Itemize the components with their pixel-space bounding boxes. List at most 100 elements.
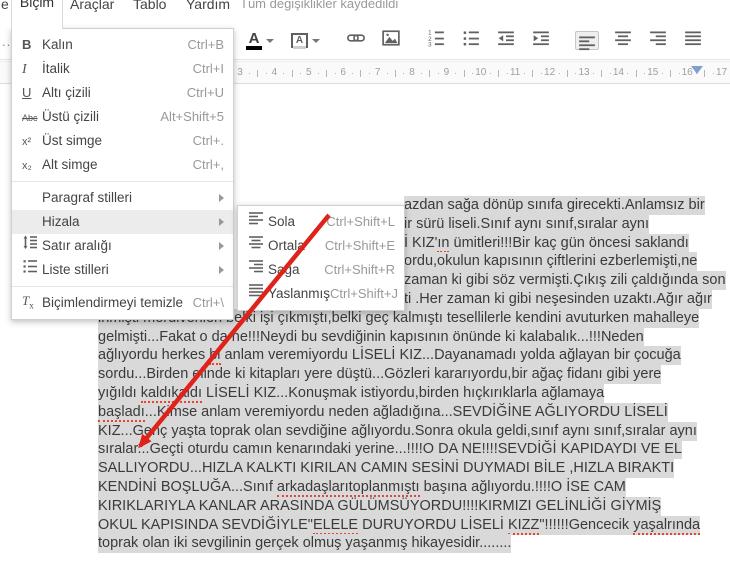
format-menu-item-alt-izili[interactable]: U Altı çizili Ctrl+U — [12, 81, 233, 105]
decrease-indent-button[interactable] — [495, 28, 517, 54]
chevron-down-icon[interactable] — [266, 38, 274, 43]
bulleted-list-button[interactable] — [460, 28, 482, 54]
document-text-line[interactable]: OKUL KAPISINDA SEVDİĞİYLE"ELELE DURUYORD… — [98, 515, 701, 535]
ruler-number: 11 — [509, 67, 521, 78]
format-menu-item-liste-stilleri[interactable]: Liste stilleri — [12, 258, 233, 282]
menu-item-partial[interactable]: e — [1, 0, 9, 15]
document-text-line[interactable]: sordu...Birden elinde ki kitapları yere … — [98, 365, 662, 385]
document-text-line[interactable]: toprak olan iki sevgilinin gerçek olmuş … — [98, 534, 512, 554]
ruler-tick — [489, 73, 491, 74]
document-text-line[interactable]: başladı...Kimse anlam veremiyordu neden … — [98, 402, 668, 422]
ruler-number: 12 — [544, 67, 556, 78]
ruler-tick — [704, 70, 706, 77]
ruler-number: 4 — [271, 67, 278, 78]
underline-icon: U — [22, 85, 32, 100]
ruler-tick — [249, 73, 250, 74]
format-menu-item-hizala[interactable]: Hizala — [12, 210, 233, 234]
ruler-number: 5 — [306, 67, 312, 78]
highlight-color-button[interactable]: A — [289, 28, 322, 54]
ruler-tick — [317, 73, 319, 74]
selected-text: ti .Her zaman ki gibi neşesinden uzaktı.… — [404, 290, 712, 309]
document-text-line[interactable]: yığıldı kaldıkaldı LİSELİ KIZ...Konuşmak… — [98, 384, 605, 403]
menu-item-help[interactable]: Yardım — [186, 0, 230, 15]
increase-indent-button[interactable] — [530, 28, 552, 54]
menu-item-shortcut: Ctrl+, — [192, 157, 224, 172]
selected-text: KIRIKLARIYLA KANLAR ARASINDA GÜLÜMSÜYORD… — [98, 496, 662, 516]
ruler-tick — [661, 73, 663, 74]
menu-item-shortcut: Ctrl+\ — [192, 295, 224, 310]
line-spacing-icon — [12, 234, 42, 258]
format-menu: B Kalın Ctrl+B I İtalik Ctrl+I U Altı çizili Ctr… — [11, 28, 234, 320]
selected-text: yığıldı kaldıkaldı LİSELİ KIZ...Konuşmak… — [98, 384, 605, 403]
selected-text: gelmişti...Fakat o da ne!!!Neydi bu sevd… — [98, 327, 644, 347]
align-justify-icon — [684, 29, 702, 52]
chevron-down-icon[interactable] — [312, 38, 320, 43]
format-menu-item--st-izili[interactable]: Abc Üstü çizili Alt+Shift+5 — [12, 105, 233, 129]
ruler-tick — [326, 70, 327, 77]
ruler-tick — [670, 70, 671, 77]
align-left-icon — [238, 210, 268, 234]
ruler-tick — [541, 73, 542, 74]
document-text-line[interactable]: KENDİNİ BOŞLUĞA...Sınıf arkadaşlarıtopla… — [98, 478, 626, 497]
align-option-sa-a[interactable]: Sağa Ctrl+Shift+R — [238, 258, 404, 282]
format-menu-item-paragraf-stilleri[interactable]: Paragraf stilleri — [12, 186, 233, 210]
ruler-number: 16 — [681, 67, 693, 78]
ruler-tick — [472, 73, 474, 74]
format-menu-item-i-talik[interactable]: I İtalik Ctrl+I — [12, 57, 233, 81]
document-text-line[interactable]: ti .Her zaman ki gibi neşesinden uzaktı.… — [404, 290, 712, 309]
align-left-button[interactable] — [575, 31, 599, 51]
ruler-tick — [644, 73, 646, 74]
submenu-arrow-icon — [219, 194, 224, 202]
menu-item-format[interactable]: Biçim — [11, 0, 63, 29]
menu-item-table[interactable]: Tablo — [133, 0, 166, 15]
ruler-tick — [403, 73, 405, 74]
menu-separator — [12, 286, 233, 287]
bold-icon: B — [22, 37, 32, 52]
document-text-line[interactable]: İ KIZ'ın ümitleri!!!Bir kaç gün öncesi s… — [404, 233, 689, 253]
ruler-tick — [300, 73, 302, 74]
document-text-line[interactable]: azdan sağa dönüp sınıfa girecekti.Anlams… — [404, 196, 705, 215]
align-justify-button[interactable] — [682, 28, 704, 54]
menu-item-label: Üst simge — [42, 133, 103, 148]
selected-text: sordu...Birden elinde ki kitapları yere … — [98, 365, 662, 385]
document-text-line[interactable]: zaman ki gibi söz vermişti.Çıkış zili ça… — [404, 271, 726, 291]
format-menu-item-sat-r-aral-[interactable]: Satır aralığı — [12, 234, 233, 258]
menu-item-tools[interactable]: Araçlar — [70, 0, 114, 15]
selected-text: İ KIZ'ın ümitleri!!!Bir kaç gün öncesi s… — [404, 233, 689, 253]
menu-item-label: İtalik — [42, 61, 70, 76]
ruler-number: 7 — [374, 67, 381, 78]
svg-text:3: 3 — [428, 41, 432, 47]
misspelled-word: ELELE — [312, 516, 359, 535]
ruler-tick — [291, 70, 293, 77]
ruler-tick — [369, 73, 370, 74]
align-center-button[interactable] — [612, 28, 634, 54]
insert-image-button[interactable] — [380, 28, 402, 54]
document-text-line[interactable]: ir sürü liseli.Sınıf aynı sınıf,sıralar … — [404, 214, 649, 234]
ruler-tick — [421, 73, 422, 74]
align-option-ortala[interactable]: Ortala Ctrl+Shift+E — [238, 234, 404, 258]
document-text-line[interactable]: SALLIYORDU...HIZLA KALKTI KIRILAN CAMIN … — [98, 459, 675, 479]
document-text-line[interactable]: ağlıyordu herkes bi anlam veremiyordu Lİ… — [98, 346, 681, 366]
text-color-button[interactable]: A — [244, 28, 276, 54]
document-text-line[interactable]: gelmişti...Fakat o da ne!!!Neydi bu sevd… — [98, 327, 644, 347]
selected-text: SALLIYORDU...HIZLA KALKTI KIRILAN CAMIN … — [98, 459, 675, 479]
align-right-button[interactable] — [647, 28, 669, 54]
document-text-line[interactable]: KIZ...Genç yaşta toprak olan sevdiğine a… — [98, 421, 697, 441]
document-text-line[interactable]: KIRIKLARIYLA KANLAR ARASINDA GÜLÜMSÜYORD… — [98, 496, 662, 516]
image-icon — [382, 29, 400, 52]
align-right-icon — [649, 29, 667, 52]
align-option-sola[interactable]: Sola Ctrl+Shift+L — [238, 210, 404, 234]
format-menu-item-bi-imlendirmeyi-temizle[interactable]: Tx Biçimlendirmeyi temizle Ctrl+\ — [12, 291, 233, 315]
format-menu-item-kal-n[interactable]: B Kalın Ctrl+B — [12, 33, 233, 57]
numbered-list-button[interactable]: 123 — [425, 28, 447, 54]
format-menu-item-alt-simge[interactable]: x₂ Alt simge Ctrl+, — [12, 153, 233, 177]
ruler-tick — [360, 70, 362, 77]
format-menu-item--st-simge[interactable]: x² Üst simge Ctrl+. — [12, 129, 233, 153]
insert-link-button[interactable] — [345, 28, 367, 54]
document-text-line[interactable]: ordu,okulun kapısının çiftlerini ezberle… — [404, 252, 698, 272]
selected-text: başladı...Kimse anlam veremiyordu neden … — [98, 402, 668, 422]
align-option-yaslanm-[interactable]: Yaslanmış Ctrl+Shift+J — [238, 282, 404, 306]
italic-icon: I — [22, 61, 27, 77]
document-text-line[interactable]: sıralar...Geçti oturdu camın kenarındaki… — [98, 440, 682, 460]
clear-formatting-icon: Tx — [22, 292, 34, 311]
